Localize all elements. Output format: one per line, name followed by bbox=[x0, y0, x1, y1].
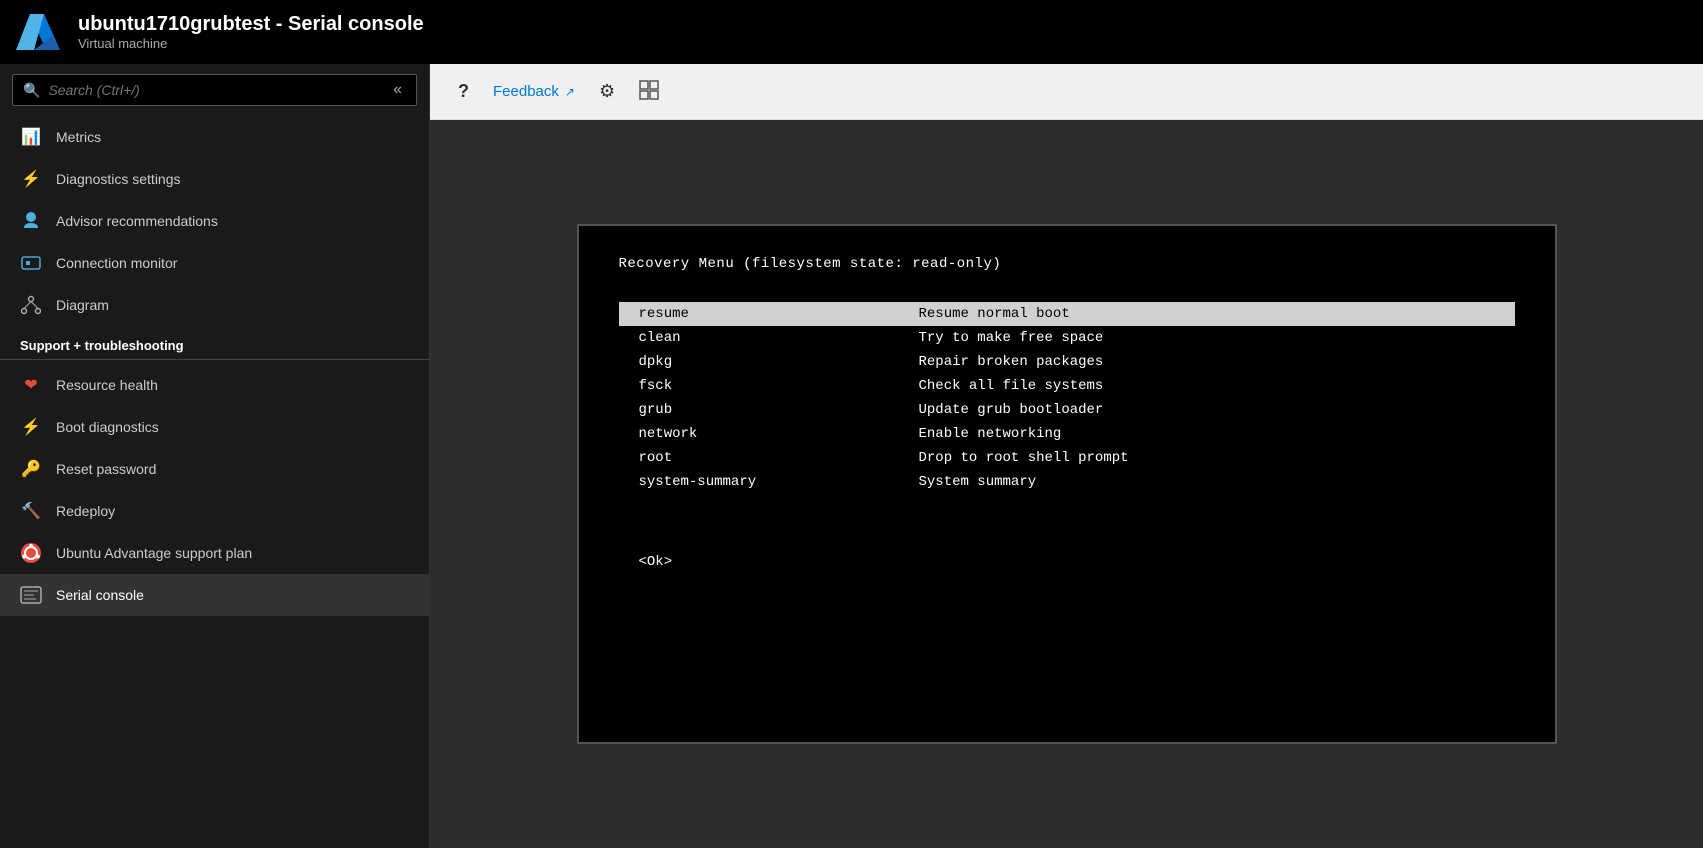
sidebar-label-serial-console: Serial console bbox=[56, 587, 144, 603]
terminal-description: Enable networking bbox=[899, 422, 1515, 446]
search-icon: 🔍 bbox=[23, 82, 40, 99]
support-section-header: Support + troubleshooting bbox=[0, 326, 429, 360]
sidebar-item-ubuntu-advantage[interactable]: Ubuntu Advantage support plan bbox=[0, 532, 429, 574]
sidebar-item-resource-health[interactable]: ❤ Resource health bbox=[0, 364, 429, 406]
terminal-menu-row: networkEnable networking bbox=[619, 422, 1515, 446]
terminal-description: Try to make free space bbox=[899, 326, 1515, 350]
settings-icon: ⚙ bbox=[599, 81, 615, 102]
azure-logo bbox=[16, 8, 64, 56]
settings-button[interactable]: ⚙ bbox=[587, 73, 627, 110]
terminal-ok: <Ok> bbox=[619, 554, 1515, 570]
sidebar-search-container[interactable]: 🔍 « bbox=[12, 74, 417, 106]
terminal-description: Repair broken packages bbox=[899, 350, 1515, 374]
terminal-description: System summary bbox=[899, 470, 1515, 494]
diagnostics-icon: ⚡ bbox=[20, 168, 42, 190]
sidebar-label-reset-password: Reset password bbox=[56, 461, 156, 477]
sidebar-label-redeploy: Redeploy bbox=[56, 503, 115, 519]
terminal-title: Recovery Menu (filesystem state: read-on… bbox=[619, 256, 1515, 272]
grid-button[interactable] bbox=[627, 72, 671, 111]
feedback-button[interactable]: Feedback ↗ bbox=[481, 75, 587, 108]
sidebar-item-boot-diagnostics[interactable]: ⚡ Boot diagnostics bbox=[0, 406, 429, 448]
terminal-command: root bbox=[619, 446, 899, 470]
terminal-menu-row: dpkgRepair broken packages bbox=[619, 350, 1515, 374]
page-subtitle: Virtual machine bbox=[78, 36, 424, 51]
reset-password-icon: 🔑 bbox=[20, 458, 42, 480]
feedback-label: Feedback bbox=[493, 83, 559, 100]
sidebar-item-redeploy[interactable]: 🔨 Redeploy bbox=[0, 490, 429, 532]
sidebar-label-boot-diagnostics: Boot diagnostics bbox=[56, 419, 159, 435]
terminal-description: Drop to root shell prompt bbox=[899, 446, 1515, 470]
sidebar-label-connection: Connection monitor bbox=[56, 255, 177, 271]
serial-console-icon bbox=[20, 584, 42, 606]
page-title: ubuntu1710grubtest - Serial console bbox=[78, 13, 424, 36]
terminal-command: network bbox=[619, 422, 899, 446]
terminal-description: Resume normal boot bbox=[899, 302, 1515, 326]
title-bar-text: ubuntu1710grubtest - Serial console Virt… bbox=[78, 13, 424, 51]
help-button[interactable]: ? bbox=[446, 73, 481, 110]
sidebar-label-ubuntu-advantage: Ubuntu Advantage support plan bbox=[56, 545, 252, 561]
terminal-menu-row: grubUpdate grub bootloader bbox=[619, 398, 1515, 422]
sidebar-label-resource-health: Resource health bbox=[56, 377, 158, 393]
boot-diagnostics-icon: ⚡ bbox=[20, 416, 42, 438]
sidebar-label-advisor: Advisor recommendations bbox=[56, 213, 218, 229]
terminal-menu-row: system-summarySystem summary bbox=[619, 470, 1515, 494]
redeploy-icon: 🔨 bbox=[20, 500, 42, 522]
terminal-command: grub bbox=[619, 398, 899, 422]
terminal-command: fsck bbox=[619, 374, 899, 398]
content-area: ? Feedback ↗ ⚙ bbox=[430, 64, 1703, 848]
connection-icon bbox=[20, 252, 42, 274]
metrics-icon: 📊 bbox=[20, 126, 42, 148]
terminal-menu-row: cleanTry to make free space bbox=[619, 326, 1515, 350]
sidebar-label-diagnostics: Diagnostics settings bbox=[56, 171, 181, 187]
diagram-icon bbox=[20, 294, 42, 316]
help-icon: ? bbox=[458, 81, 469, 102]
terminal-command: system-summary bbox=[619, 470, 899, 494]
sidebar-label-metrics: Metrics bbox=[56, 129, 101, 145]
terminal-menu-row: resumeResume normal boot bbox=[619, 302, 1515, 326]
terminal-command: dpkg bbox=[619, 350, 899, 374]
sidebar-item-diagram[interactable]: Diagram bbox=[0, 284, 429, 326]
resource-health-icon: ❤ bbox=[20, 374, 42, 396]
advisor-icon bbox=[20, 210, 42, 232]
terminal-description: Update grub bootloader bbox=[899, 398, 1515, 422]
sidebar-item-connection[interactable]: Connection monitor bbox=[0, 242, 429, 284]
terminal-command: resume bbox=[619, 302, 899, 326]
sidebar-item-reset-password[interactable]: 🔑 Reset password bbox=[0, 448, 429, 490]
terminal-container: Recovery Menu (filesystem state: read-on… bbox=[430, 120, 1703, 848]
sidebar: 🔍 « 📊 Metrics ⚡ Diagnostics settings Adv… bbox=[0, 64, 430, 848]
title-bar: ubuntu1710grubtest - Serial console Virt… bbox=[0, 0, 1703, 64]
grid-icon bbox=[639, 80, 659, 103]
terminal-menu-row: fsckCheck all file systems bbox=[619, 374, 1515, 398]
sidebar-item-diagnostics[interactable]: ⚡ Diagnostics settings bbox=[0, 158, 429, 200]
external-link-icon: ↗ bbox=[565, 85, 575, 99]
terminal-description: Check all file systems bbox=[899, 374, 1515, 398]
sidebar-item-serial-console[interactable]: Serial console bbox=[0, 574, 429, 616]
sidebar-item-metrics[interactable]: 📊 Metrics bbox=[0, 116, 429, 158]
toolbar: ? Feedback ↗ ⚙ bbox=[430, 64, 1703, 120]
search-input[interactable] bbox=[48, 82, 389, 98]
terminal-menu-table: resumeResume normal bootcleanTry to make… bbox=[619, 302, 1515, 494]
terminal[interactable]: Recovery Menu (filesystem state: read-on… bbox=[577, 224, 1557, 744]
sidebar-label-diagram: Diagram bbox=[56, 297, 109, 313]
collapse-icon[interactable]: « bbox=[389, 81, 406, 99]
terminal-menu-row: rootDrop to root shell prompt bbox=[619, 446, 1515, 470]
terminal-command: clean bbox=[619, 326, 899, 350]
ubuntu-icon bbox=[20, 542, 42, 564]
sidebar-item-advisor[interactable]: Advisor recommendations bbox=[0, 200, 429, 242]
